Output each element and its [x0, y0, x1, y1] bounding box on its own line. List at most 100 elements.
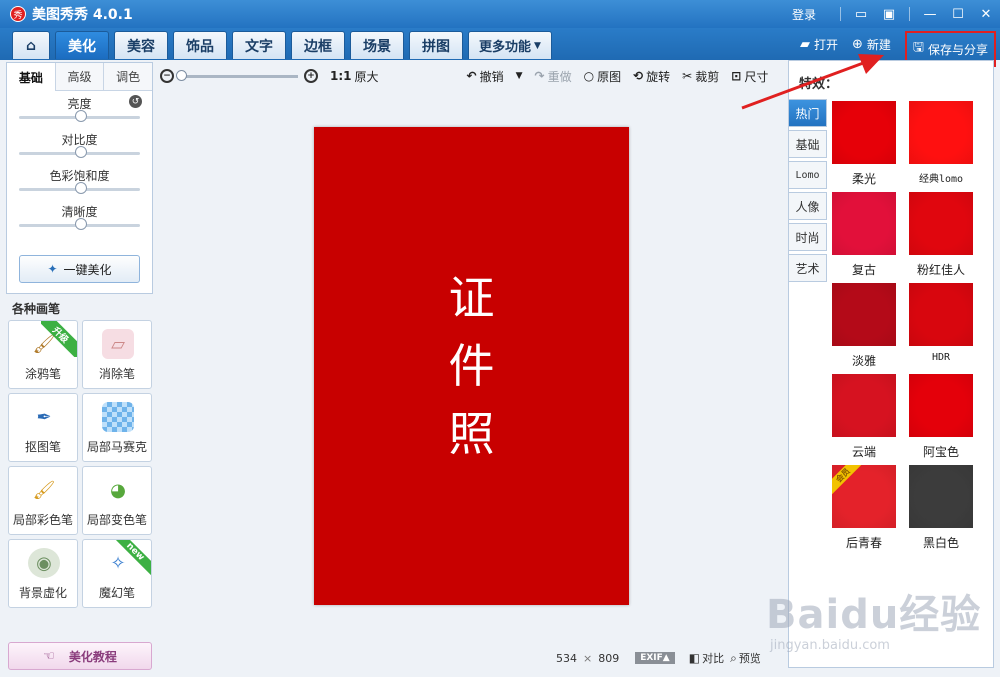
saturation-knob[interactable] — [74, 182, 87, 194]
chevron-down-icon[interactable]: ▼ — [516, 71, 523, 81]
message-icon[interactable]: ▭ — [847, 0, 875, 28]
zoom-knob[interactable] — [176, 69, 187, 81]
rotate-label: 旋转 — [646, 69, 671, 84]
tab-text[interactable]: 文字 — [232, 31, 286, 59]
effect-thumbnail[interactable] — [909, 465, 973, 528]
effect-item[interactable]: 复古 — [832, 192, 896, 277]
contrast-knob[interactable] — [74, 146, 87, 158]
login-link[interactable]: 登录 — [792, 6, 816, 23]
effect-item[interactable]: 会员 后青春 — [832, 465, 896, 550]
contrast-slider-group: 对比度 — [7, 127, 152, 163]
brush-magic-button[interactable]: ✧ new 魔幻笔 — [82, 539, 152, 608]
category-hot[interactable]: 热门 — [789, 99, 827, 127]
category-art[interactable]: 艺术 — [789, 254, 827, 282]
crop-button[interactable]: ✂ 裁剪 — [682, 68, 719, 85]
tab-home[interactable]: ⌂ — [12, 31, 50, 59]
brush-blur-button[interactable]: ◉ 背景虚化 — [8, 539, 78, 608]
app-title: 美图秀秀 4.0.1 — [32, 7, 133, 23]
effect-label: 淡雅 — [851, 354, 876, 368]
category-portrait[interactable]: 人像 — [789, 192, 827, 220]
effect-item[interactable]: HDR — [909, 283, 973, 366]
brush-mosaic-button[interactable]: 局部马赛克 — [82, 393, 152, 462]
chevron-down-icon: ▼ — [534, 40, 541, 51]
subtab-basic[interactable]: 基础 — [7, 63, 56, 91]
brush-color-button[interactable]: 🖌 局部彩色笔 — [8, 466, 78, 535]
effect-thumbnail[interactable] — [832, 374, 896, 437]
open-button[interactable]: ▰ 打开 — [800, 31, 838, 57]
redo-button[interactable]: ↷ 重做 — [535, 68, 572, 85]
effect-item[interactable]: 粉红佳人 — [909, 192, 973, 277]
effect-thumbnail[interactable] — [909, 192, 973, 255]
exif-button[interactable]: EXIF▲ — [635, 652, 675, 664]
new-badge: new — [115, 540, 151, 576]
sharpness-knob[interactable] — [74, 218, 87, 230]
close-icon[interactable]: ✕ — [972, 0, 1000, 28]
brush-cutout-button[interactable]: ✒ 抠图笔 — [8, 393, 78, 462]
category-fashion[interactable]: 时尚 — [789, 223, 827, 251]
beautify-tutorial-button[interactable]: ☜ 美化教程 — [8, 642, 152, 670]
photo-canvas[interactable]: 证件照 — [314, 127, 629, 605]
zoom-in-icon[interactable]: + — [304, 69, 318, 83]
app-logo-icon: 秀 — [10, 6, 26, 22]
tab-face[interactable]: 美容 — [114, 31, 168, 59]
brush-label: 涂鸦笔 — [24, 367, 61, 381]
undo-button[interactable]: ↶ 撤销 ▼ — [467, 68, 523, 85]
floppy-disk-icon: 🖫 — [912, 40, 924, 55]
compare-button[interactable]: ◧ 对比 — [689, 650, 724, 666]
category-basic[interactable]: 基础 — [789, 130, 827, 158]
effect-label: HDR — [931, 352, 951, 363]
effect-thumbnail[interactable] — [909, 101, 973, 164]
separator — [840, 7, 841, 21]
effect-item[interactable]: 柔光 — [832, 101, 896, 186]
effect-label: 阿宝色 — [922, 445, 959, 459]
brush-label: 魔幻笔 — [98, 586, 135, 600]
maximize-icon[interactable]: ☐ — [944, 0, 972, 28]
sharpness-slider-group: 清晰度 — [7, 199, 152, 235]
skin-icon[interactable]: ▣ — [875, 0, 903, 28]
preview-button[interactable]: ⌕ 预览 — [730, 650, 761, 666]
effect-item[interactable]: 经典lomo — [909, 101, 973, 185]
effect-item[interactable]: 黑白色 — [909, 465, 973, 550]
effect-thumbnail[interactable] — [832, 101, 896, 164]
brush-eraser-button[interactable]: ▱ 消除笔 — [82, 320, 152, 389]
save-share-label: 保存与分享 — [927, 42, 988, 57]
tab-scene[interactable]: 场景 — [350, 31, 404, 59]
zoom-slider[interactable] — [176, 69, 298, 81]
new-button[interactable]: ⊕ 新建 — [852, 31, 891, 57]
effect-label: 柔光 — [851, 172, 876, 186]
tab-decor[interactable]: 饰品 — [173, 31, 227, 59]
effect-thumbnail[interactable] — [832, 283, 896, 346]
effect-thumbnail[interactable] — [909, 283, 973, 346]
minimize-icon[interactable]: — — [916, 0, 944, 28]
tab-collage[interactable]: 拼图 — [409, 31, 463, 59]
title-bar: 秀 美图秀秀 4.0.1 登录 ▭ ▣ — ☐ ✕ — [0, 0, 1000, 28]
member-badge: 会员 — [832, 465, 862, 495]
subtab-advanced[interactable]: 高级 — [55, 63, 105, 91]
reset-icon[interactable]: ↺ — [129, 95, 142, 108]
zoom-out-icon[interactable]: − — [160, 69, 174, 83]
one-click-beautify-button[interactable]: ✦ 一键美化 — [19, 255, 140, 283]
compare-icon: ◧ — [688, 651, 701, 665]
effect-thumbnail[interactable] — [909, 374, 973, 437]
category-lomo[interactable]: Lomo — [789, 161, 827, 189]
actual-size-button[interactable]: 1:1 原大 — [330, 68, 379, 85]
brightness-knob[interactable] — [74, 110, 87, 122]
effect-thumbnail[interactable] — [832, 192, 896, 255]
brush-recolor-button[interactable]: ◕ 局部变色笔 — [82, 466, 152, 535]
effect-item[interactable]: 淡雅 — [832, 283, 896, 368]
original-button[interactable]: ○ 原图 — [584, 68, 622, 85]
subtab-color[interactable]: 调色 — [104, 63, 153, 91]
brush-graffiti-button[interactable]: 🖌 升级 涂鸦笔 — [8, 320, 78, 389]
tab-more[interactable]: 更多功能 ▼ — [468, 31, 552, 59]
tutorial-label: 美化教程 — [68, 649, 117, 664]
tab-beautify[interactable]: 美化 — [55, 31, 109, 59]
redo-icon: ↷ — [534, 69, 545, 83]
effect-item[interactable]: 阿宝色 — [909, 374, 973, 459]
size-button[interactable]: ⊡ 尺寸 — [731, 68, 768, 85]
new-label: 新建 — [866, 37, 891, 52]
tab-frame[interactable]: 边框 — [291, 31, 345, 59]
rotate-button[interactable]: ⟲ 旋转 — [633, 68, 670, 85]
effect-thumbnail[interactable]: 会员 — [832, 465, 896, 528]
redo-label: 重做 — [547, 69, 572, 84]
effect-item[interactable]: 云端 — [832, 374, 896, 459]
